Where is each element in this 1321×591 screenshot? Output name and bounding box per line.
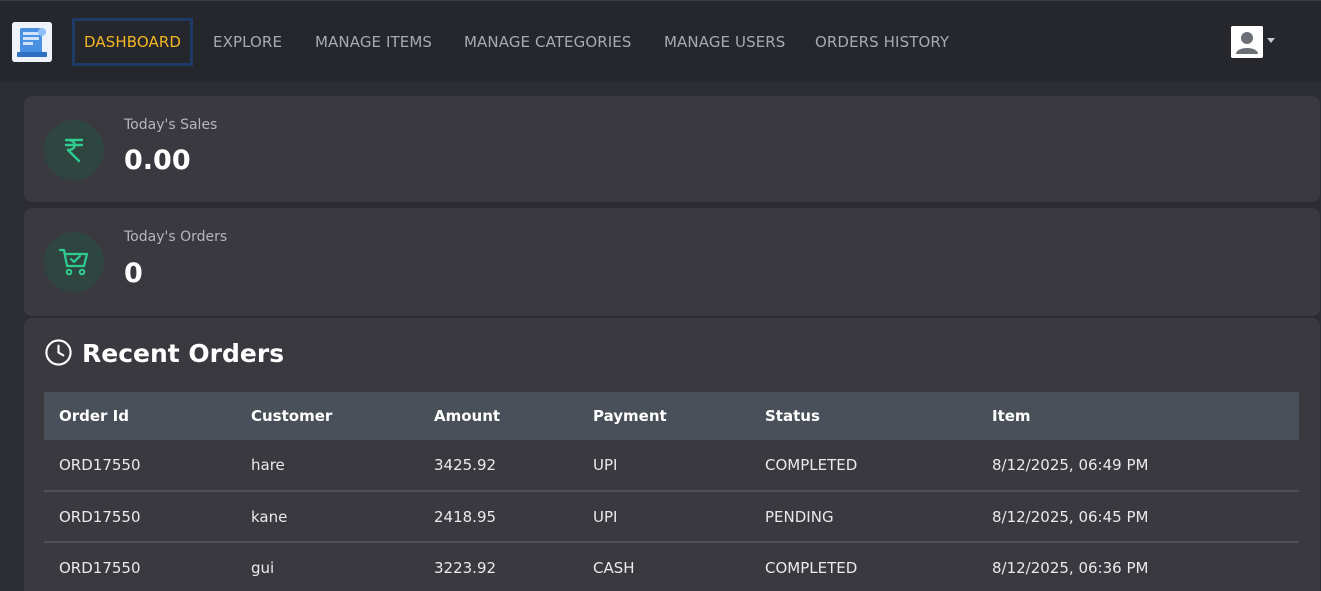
nav-explore-label: EXPLORE xyxy=(213,33,283,51)
sales-label: Today's Sales xyxy=(124,117,218,133)
cell-order-id: ORD17550 xyxy=(59,507,141,526)
cell-customer: gui xyxy=(251,558,275,577)
column-header-customer[interactable]: Customer xyxy=(236,392,419,440)
nav-dashboard[interactable]: DASHBOARD xyxy=(72,18,194,66)
column-header-order-id[interactable]: Order Id xyxy=(44,392,236,440)
orders-label: Today's Orders xyxy=(124,229,228,245)
cell-status: COMPLETED xyxy=(765,558,858,577)
cell-amount: 3223.92 xyxy=(434,558,497,577)
nav-manage-users-label: MANAGE USERS xyxy=(664,33,786,51)
table-row[interactable]: ORD17550 hare 3425.92 UPI COMPLETED 8/12… xyxy=(44,440,1299,491)
todays-orders-card: Today's Orders 0 xyxy=(24,208,1320,316)
nav-manage-categories-label: MANAGE CATEGORIES xyxy=(464,33,632,51)
cell-customer: kane xyxy=(251,507,288,526)
cart-check-icon xyxy=(44,232,104,292)
cell-order-id: ORD17550 xyxy=(59,456,141,474)
rupee-icon xyxy=(44,120,104,180)
column-header-amount[interactable]: Amount xyxy=(419,392,578,440)
chevron-down-icon[interactable] xyxy=(1267,38,1275,43)
top-navbar: DASHBOARD EXPLORE MANAGE ITEMS MANAGE CA… xyxy=(0,0,1321,82)
nav-orders-history-label: ORDERS HISTORY xyxy=(815,33,950,51)
column-header-payment[interactable]: Payment xyxy=(578,392,750,440)
cell-amount: 3425.92 xyxy=(434,456,497,474)
cell-item: 8/12/2025, 06:49 PM xyxy=(992,456,1149,474)
user-icon xyxy=(1231,26,1263,58)
user-avatar[interactable] xyxy=(1231,26,1263,58)
table-row[interactable]: ORD17550 gui 3223.92 CASH COMPLETED 8/12… xyxy=(44,542,1299,591)
nav-dashboard-label: DASHBOARD xyxy=(84,33,182,51)
nav-explore[interactable]: EXPLORE xyxy=(213,18,282,66)
column-header-item[interactable]: Item xyxy=(977,392,1299,440)
column-header-status[interactable]: Status xyxy=(750,392,977,440)
clock-icon xyxy=(45,339,72,366)
logo-icon xyxy=(12,22,52,62)
nav-manage-categories[interactable]: MANAGE CATEGORIES xyxy=(464,18,631,66)
cell-payment: UPI xyxy=(593,456,618,474)
nav-manage-users[interactable]: MANAGE USERS xyxy=(664,18,785,66)
recent-orders-title: Recent Orders xyxy=(82,339,285,368)
cell-payment: UPI xyxy=(593,507,618,526)
todays-sales-card: Today's Sales 0.00 xyxy=(24,96,1320,202)
cell-customer: hare xyxy=(251,456,285,474)
cell-order-id: ORD17550 xyxy=(59,558,141,577)
cell-payment: CASH xyxy=(593,558,635,577)
cell-status: COMPLETED xyxy=(765,456,858,474)
cell-status: PENDING xyxy=(765,507,834,526)
table-header-row: Order Id Customer Amount Payment Status … xyxy=(44,392,1299,440)
cell-item: 8/12/2025, 06:45 PM xyxy=(992,507,1149,526)
nav-manage-items-label: MANAGE ITEMS xyxy=(315,33,433,51)
orders-value: 0 xyxy=(124,258,143,289)
nav-manage-items[interactable]: MANAGE ITEMS xyxy=(315,18,432,66)
nav-orders-history[interactable]: ORDERS HISTORY xyxy=(815,18,949,66)
table-row[interactable]: ORD17550 kane 2418.95 UPI PENDING 8/12/2… xyxy=(44,491,1299,542)
app-logo[interactable] xyxy=(12,22,52,62)
cell-amount: 2418.95 xyxy=(434,507,497,526)
sales-value: 0.00 xyxy=(124,145,191,176)
cell-item: 8/12/2025, 06:36 PM xyxy=(992,558,1149,577)
recent-orders-table: Order Id Customer Amount Payment Status … xyxy=(44,392,1299,591)
